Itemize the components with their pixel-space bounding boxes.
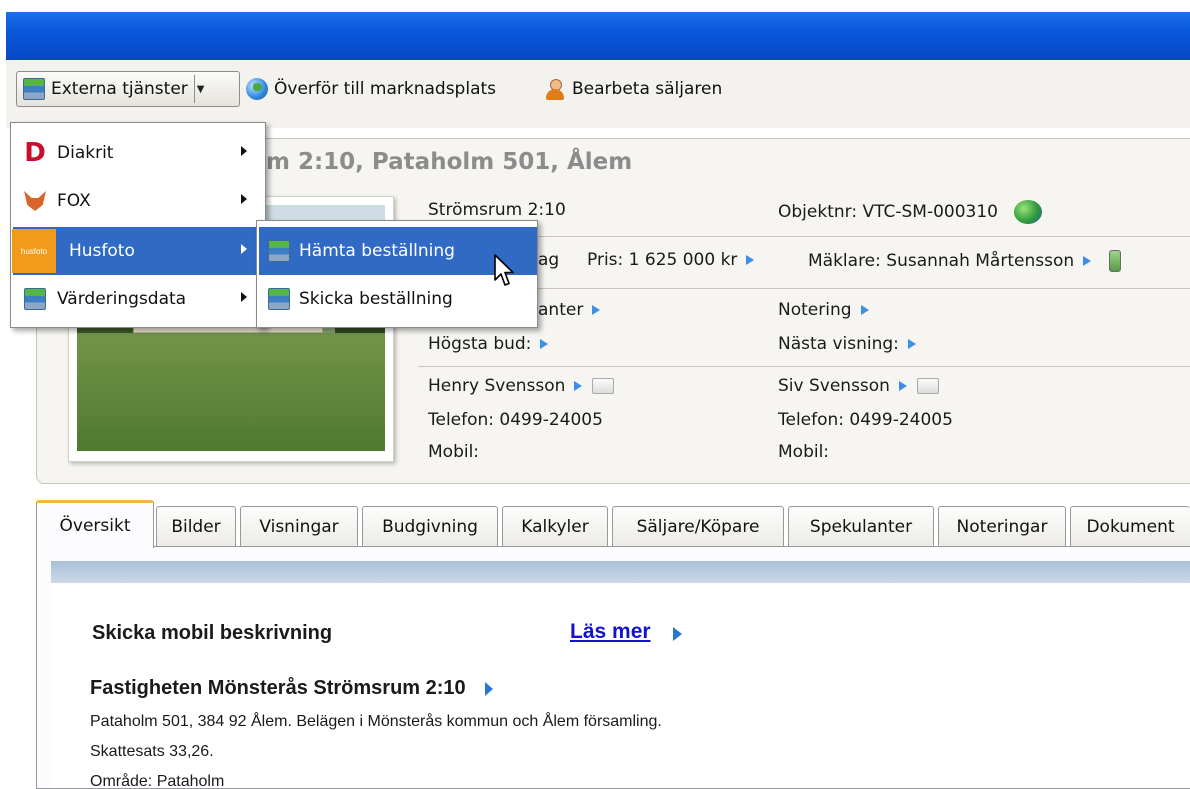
highest-bid-label: Högsta bud: bbox=[428, 334, 532, 354]
object-number-label: Objektnr: VTC-SM-000310 bbox=[778, 202, 998, 222]
header-band bbox=[51, 561, 1190, 583]
broker-arrow-icon[interactable] bbox=[1083, 256, 1092, 266]
tab-dokument[interactable]: Dokument bbox=[1070, 506, 1190, 546]
next-showing-arrow-icon[interactable] bbox=[907, 339, 916, 349]
submenu-arrow-icon bbox=[241, 194, 247, 204]
menu-item-label: Hämta beställning bbox=[299, 241, 455, 261]
tab-bar: Översikt Bilder Visningar Budgivning Kal… bbox=[36, 500, 1190, 548]
send-order-icon bbox=[259, 288, 299, 310]
globe-icon[interactable] bbox=[1013, 200, 1042, 224]
download-order-icon bbox=[259, 240, 299, 262]
menu-item-label: Värderingsdata bbox=[57, 289, 187, 309]
database-icon bbox=[13, 288, 57, 310]
spekulanter-label: anter bbox=[538, 300, 584, 320]
property-name: Strömsrum 2:10 bbox=[428, 200, 566, 220]
contact-arrow-icon[interactable] bbox=[898, 381, 907, 391]
listing-label: Notering bbox=[778, 300, 852, 320]
mouse-cursor-icon bbox=[494, 254, 514, 286]
contact-arrow-icon[interactable] bbox=[574, 381, 583, 391]
status-partial: ag bbox=[538, 250, 560, 270]
tab-oversikt[interactable]: Översikt bbox=[36, 500, 154, 548]
husfoto-logo-text: husfoto bbox=[12, 229, 56, 273]
menu-item-label: Diakrit bbox=[57, 143, 114, 163]
fox-logo-icon bbox=[13, 191, 57, 211]
toolbar: Externa tjänster ▼ Överför till marknads… bbox=[6, 60, 1190, 128]
tab-saljare-kopare[interactable]: Säljare/Köpare bbox=[612, 506, 784, 546]
spekulanter-partial: anter bbox=[538, 300, 601, 320]
diakrit-logo-icon: D bbox=[24, 138, 46, 168]
globe-icon bbox=[246, 78, 268, 100]
read-more: Läs mer bbox=[570, 620, 682, 644]
phone-icon[interactable] bbox=[1109, 250, 1122, 272]
read-more-arrow-icon[interactable] bbox=[673, 626, 682, 641]
dropdown-arrow-icon[interactable]: ▼ bbox=[197, 84, 205, 95]
tab-kalkyler[interactable]: Kalkyler bbox=[502, 506, 608, 546]
menu-item-label: Skicka beställning bbox=[299, 289, 453, 309]
submenu-arrow-icon bbox=[241, 146, 247, 156]
address-line: Pataholm 501, 384 92 Ålem. Belägen i Mön… bbox=[90, 713, 662, 730]
menu-item-varderingsdata[interactable]: Värderingsdata bbox=[13, 275, 263, 323]
external-services-menu: D Diakrit FOX husfoto Husfoto Värderings… bbox=[10, 122, 266, 328]
property-arrow-icon[interactable] bbox=[485, 681, 494, 696]
mail-icon[interactable] bbox=[592, 378, 615, 394]
price-label: Pris: 1 625 000 kr bbox=[587, 250, 738, 270]
property-heading: Fastigheten Mönsterås Strömsrum 2:10 bbox=[90, 677, 494, 700]
mobile-description-heading: Skicka mobil beskrivning bbox=[92, 622, 333, 644]
property-title: m 2:10, Pataholm 501, Ålem bbox=[262, 149, 637, 175]
menu-item-diakrit[interactable]: D Diakrit bbox=[13, 129, 263, 177]
next-showing-label: Nästa visning: bbox=[778, 334, 899, 354]
menu-item-label: FOX bbox=[57, 191, 91, 211]
menu-item-fox[interactable]: FOX bbox=[13, 177, 263, 225]
broker-label: Mäklare: Susannah Mårtensson bbox=[808, 251, 1075, 271]
stack-icon bbox=[23, 78, 45, 100]
price-arrow-icon[interactable] bbox=[746, 255, 755, 265]
tab-visningar[interactable]: Visningar bbox=[240, 506, 358, 546]
object-number: Objektnr: VTC-SM-000310 bbox=[778, 200, 1042, 224]
transfer-label: Överför till marknadsplats bbox=[274, 79, 497, 99]
tax-line: Skattesats 33,26. bbox=[90, 743, 214, 760]
split-divider bbox=[193, 75, 195, 103]
window-titlebar bbox=[6, 12, 1190, 60]
next-showing: Nästa visning: bbox=[778, 334, 916, 354]
menu-item-husfoto[interactable]: husfoto Husfoto bbox=[12, 227, 263, 275]
tab-budgivning[interactable]: Budgivning bbox=[362, 506, 498, 546]
area-line: Område: Pataholm bbox=[90, 773, 225, 789]
submenu-arrow-icon bbox=[241, 244, 247, 254]
contact-2-name: Siv Svensson bbox=[778, 376, 939, 396]
spekulanter-arrow-icon[interactable] bbox=[592, 305, 601, 315]
property-heading-label: Fastigheten Mönsterås Strömsrum 2:10 bbox=[90, 677, 466, 699]
contact-2-mobile: Mobil: bbox=[778, 442, 830, 462]
contact-1-mobile: Mobil: bbox=[428, 442, 480, 462]
submenu-arrow-icon bbox=[241, 292, 247, 302]
read-more-link[interactable]: Läs mer bbox=[570, 620, 651, 643]
tab-spekulanter[interactable]: Spekulanter bbox=[788, 506, 934, 546]
divider bbox=[418, 366, 1190, 367]
highest-bid-arrow-icon[interactable] bbox=[540, 339, 549, 349]
contact-name-label: Siv Svensson bbox=[778, 376, 890, 396]
transfer-to-marketplace-button[interactable]: Överför till marknadsplats bbox=[246, 71, 496, 107]
person-icon bbox=[544, 78, 566, 100]
contact-2-phone: Telefon: 0499-24005 bbox=[778, 410, 953, 430]
external-services-button[interactable]: Externa tjänster ▼ bbox=[16, 71, 240, 107]
mail-icon[interactable] bbox=[916, 378, 939, 394]
menu-item-label: Husfoto bbox=[69, 241, 135, 261]
highest-bid: Högsta bud: bbox=[428, 334, 549, 354]
husfoto-logo-icon: husfoto bbox=[12, 229, 57, 273]
contact-1-name: Henry Svensson bbox=[428, 376, 615, 396]
broker: Mäklare: Susannah Mårtensson bbox=[808, 250, 1122, 272]
tab-bilder[interactable]: Bilder bbox=[156, 506, 236, 546]
process-seller-button[interactable]: Bearbeta säljaren bbox=[544, 71, 722, 107]
contact-name-label: Henry Svensson bbox=[428, 376, 566, 396]
listing-arrow-icon[interactable] bbox=[860, 305, 869, 315]
external-services-label: Externa tjänster bbox=[51, 79, 188, 99]
contact-1-phone: Telefon: 0499-24005 bbox=[428, 410, 603, 430]
listing: Notering bbox=[778, 300, 869, 320]
tab-noteringar[interactable]: Noteringar bbox=[938, 506, 1066, 546]
process-seller-label: Bearbeta säljaren bbox=[572, 79, 723, 99]
price: Pris: 1 625 000 kr bbox=[587, 250, 755, 270]
